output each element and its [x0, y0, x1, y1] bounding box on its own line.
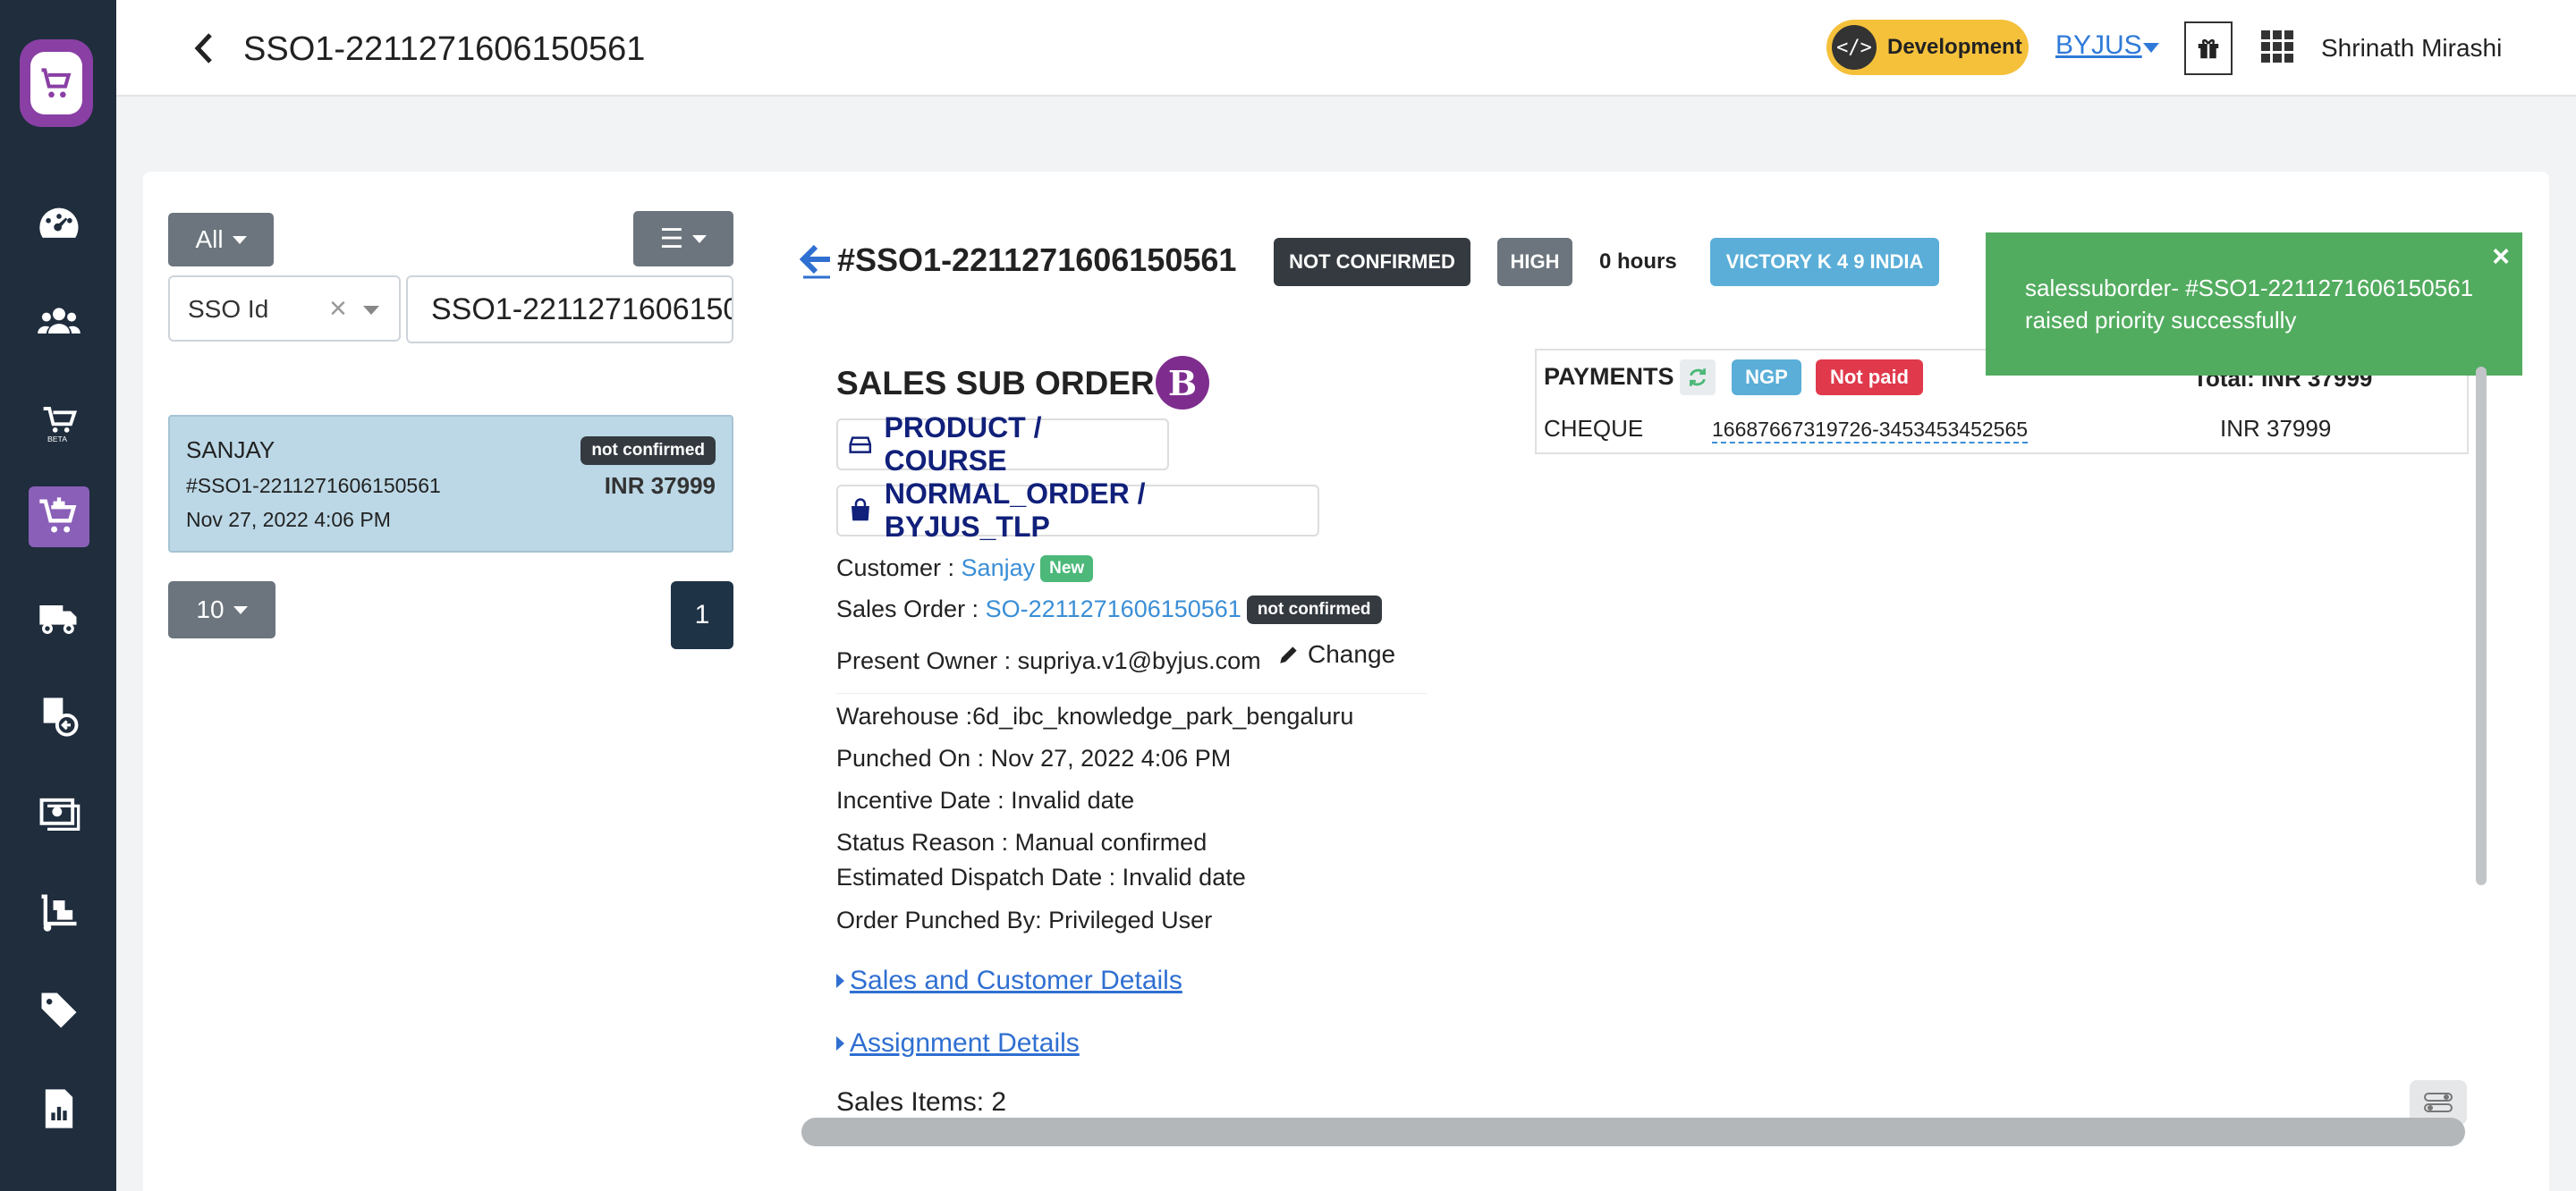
present-owner: Present Owner : supriya.v1@byjus.com [836, 647, 1261, 674]
caret-right-icon [836, 1036, 844, 1051]
incentive-date: Incentive Date : Invalid date [836, 787, 1135, 814]
payment-method: CHEQUE [1544, 415, 1644, 442]
list-item-amount: INR 37999 [604, 472, 716, 499]
brand-logo: B [1156, 356, 1209, 410]
sales-order-label: Sales Order : [836, 596, 986, 622]
user-name[interactable]: Shrinath Mirashi [2321, 34, 2502, 63]
environment-badge[interactable]: </> Development [1826, 20, 2029, 75]
product-type-label: PRODUCT / COURSE [884, 411, 1042, 477]
chevron-down-icon [232, 235, 247, 244]
chevron-down-icon [233, 605, 248, 614]
change-label: Change [1308, 640, 1396, 668]
order-type-label: NORMAL_ORDER / BYJUS_TLP [884, 477, 1146, 543]
sales-order-link[interactable]: SO-2211271606150561 [986, 596, 1241, 622]
report-icon[interactable] [29, 1078, 89, 1139]
sales-customer-details-label: Sales and Customer Details [850, 966, 1182, 995]
tag-icon[interactable] [29, 980, 89, 1041]
order-type-tag: NORMAL_ORDER / BYJUS_TLP [836, 477, 1319, 543]
page-title: SSO1-2211271606150561 [243, 30, 646, 68]
shopping-bag-icon [851, 498, 869, 521]
payment-reference[interactable]: 16687667319726-3453453452565 [1712, 418, 2029, 443]
environment-label: Development [1887, 35, 2022, 59]
close-icon[interactable]: × [2492, 240, 2510, 275]
beta-label: BETA [47, 435, 67, 443]
toast-message: salessuborder- #SSO1-2211271606150561 ra… [2025, 275, 2474, 334]
punched-on: Punched On : Nov 27, 2022 4:06 PM [836, 745, 1232, 772]
kit-beta-icon[interactable]: BETA [29, 390, 89, 451]
chevron-down-icon[interactable] [363, 306, 379, 315]
pencil-icon [1280, 646, 1297, 663]
page-size-label: 10 [196, 596, 225, 623]
dashboard-icon[interactable] [29, 193, 89, 254]
org-dropdown[interactable]: BYJUS [2055, 30, 2142, 61]
payment-status-badge: Not paid [1816, 359, 1923, 395]
assignment-details-label: Assignment Details [850, 1028, 1080, 1058]
payment-amount: INR 37999 [2220, 415, 2332, 442]
clear-icon[interactable]: × [329, 291, 347, 326]
page-size-dropdown[interactable]: 10 [168, 581, 275, 638]
filter-dropdown[interactable]: All [168, 213, 274, 266]
pagination-page-button[interactable]: 1 [671, 581, 733, 649]
filter-label: All [195, 225, 224, 253]
chevron-down-icon [692, 234, 708, 243]
team-badge: VICTORY K 4 9 INDIA [1710, 238, 1939, 286]
search-field-value: SSO Id [188, 295, 269, 323]
dolly-icon[interactable] [29, 882, 89, 942]
arrow-left-icon[interactable] [798, 240, 834, 281]
section-heading: SALES SUB ORDER [836, 365, 1155, 401]
menu-dropdown[interactable]: ☰ [633, 211, 733, 266]
search-field-select[interactable]: SSO Id × [168, 275, 401, 342]
truck-icon[interactable] [29, 587, 89, 647]
search-input[interactable] [406, 275, 733, 343]
customer-row: Customer : Sanjay New [836, 554, 1094, 582]
hours-text: 0 hours [1599, 249, 1677, 274]
status-reason: Status Reason : Manual confirmed [836, 829, 1208, 856]
assignment-details-toggle[interactable]: Assignment Details [836, 1028, 1080, 1059]
users-icon[interactable] [29, 291, 89, 352]
status-badge: not confirmed [1246, 596, 1382, 624]
status-badge: NOT CONFIRMED [1274, 238, 1470, 286]
divider [836, 693, 1427, 694]
list-item-date: Nov 27, 2022 4:06 PM [186, 508, 391, 531]
vertical-scrollbar[interactable] [2476, 367, 2487, 885]
list-item-name: SANJAY [186, 436, 275, 463]
sales-order-row: Sales Order : SO-2211271606150561 not con… [836, 596, 1382, 624]
success-toast: salessuborder- #SSO1-2211271606150561 ra… [1986, 232, 2522, 376]
code-icon: </> [1832, 25, 1877, 70]
chevron-left-icon[interactable] [186, 29, 222, 68]
money-icon[interactable] [29, 783, 89, 844]
priority-badge[interactable]: HIGH [1497, 238, 1572, 286]
customer-link[interactable]: Sanjay [962, 554, 1036, 581]
refresh-icon[interactable] [1680, 359, 1716, 395]
status-badge: not confirmed [580, 436, 716, 465]
punched-by: Order Punched By: Privileged User [836, 907, 1213, 933]
cart-add-icon[interactable] [29, 486, 89, 547]
car-icon [849, 436, 872, 453]
list-item[interactable]: SANJAY #SSO1-2211271606150561 Nov 27, 20… [168, 415, 733, 553]
cart-logo-icon [30, 52, 82, 114]
app-logo[interactable] [20, 39, 93, 127]
customer-label: Customer : [836, 554, 962, 581]
caret-right-icon [836, 974, 844, 988]
order-title: #SSO1-2211271606150561 [837, 241, 1237, 278]
top-bar: SSO1-2211271606150561 </> Development BY… [116, 0, 2576, 97]
sidebar: BETA [0, 0, 116, 1191]
ngp-badge: NGP [1732, 359, 1801, 395]
change-owner-button[interactable]: Change [1277, 640, 1395, 669]
product-type-tag: PRODUCT / COURSE [836, 411, 1169, 477]
new-badge: New [1040, 555, 1094, 582]
gift-icon[interactable] [2184, 21, 2233, 75]
warehouse: Warehouse :6d_ibc_knowledge_park_bengalu… [836, 703, 1354, 730]
chevron-down-icon[interactable] [2143, 43, 2159, 53]
horizontal-scrollbar[interactable] [801, 1118, 2465, 1146]
box-return-icon[interactable] [29, 685, 89, 746]
list-item-id: #SSO1-2211271606150561 [186, 474, 441, 497]
sales-items-count: Sales Items: 2 [836, 1087, 1007, 1117]
menu-icon: ☰ [659, 224, 684, 254]
sales-customer-details-toggle[interactable]: Sales and Customer Details [836, 966, 1182, 996]
dispatch-date: Estimated Dispatch Date : Invalid date [836, 864, 1246, 891]
payments-title: PAYMENTS [1544, 363, 1674, 390]
grid-icon[interactable] [2261, 30, 2293, 63]
